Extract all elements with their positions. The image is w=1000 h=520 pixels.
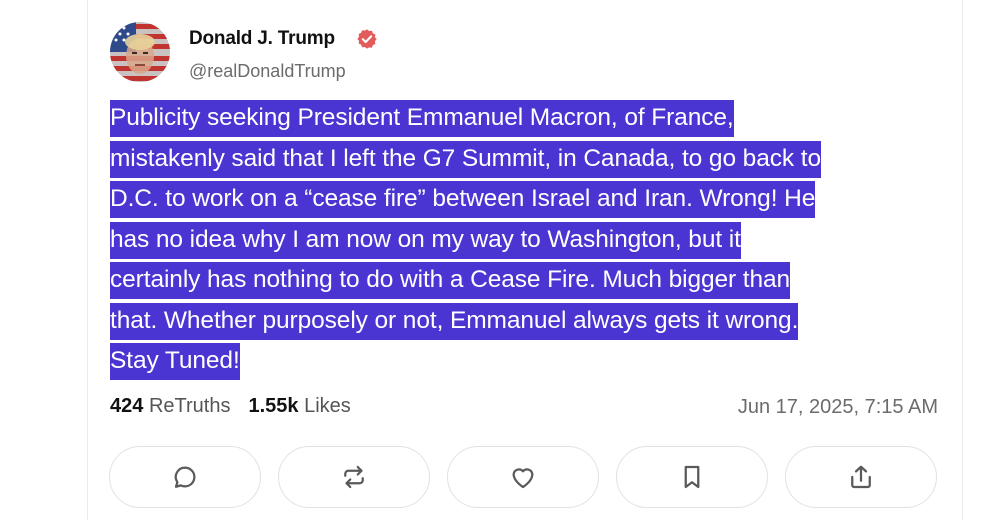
bookmark-icon	[684, 465, 700, 489]
post-line: has no idea why I am now on my way to Wa…	[110, 220, 950, 261]
post-line: D.C. to work on a “cease fire” between I…	[110, 179, 950, 220]
share-button[interactable]	[785, 446, 937, 508]
post-line: certainly has nothing to do with a Cease…	[110, 260, 950, 301]
likes-count: 1.55k	[248, 395, 299, 417]
likes-label: Likes	[304, 395, 351, 417]
retruth-button[interactable]	[278, 446, 430, 508]
verified-badge-icon	[357, 29, 377, 49]
post-line: Publicity seeking President Emmanuel Mac…	[110, 98, 950, 139]
retruths-label: ReTruths	[148, 395, 231, 417]
post-body: Publicity seeking President Emmanuel Mac…	[110, 98, 950, 382]
author-handle[interactable]: @realDonaldTrump	[189, 61, 346, 82]
post-timestamp[interactable]: Jun 17, 2025, 7:15 AM	[738, 396, 938, 419]
heart-icon	[512, 468, 534, 489]
avatar-image	[110, 22, 170, 82]
retruths-count: 424	[110, 395, 144, 417]
bookmark-button[interactable]	[616, 446, 768, 508]
post-stats: 424 ReTruths 1.55k Likes	[110, 395, 351, 418]
post-line: mistakenly said that I left the G7 Summi…	[110, 139, 950, 180]
like-button[interactable]	[447, 446, 599, 508]
likes-stat[interactable]: 1.55k Likes	[248, 395, 350, 417]
reply-button[interactable]	[109, 446, 261, 508]
feed-left-border	[87, 0, 88, 520]
post-line: that. Whether purposely or not, Emmanuel…	[110, 301, 950, 342]
retruths-stat[interactable]: 424 ReTruths	[110, 395, 230, 417]
retruth-icon	[344, 465, 364, 489]
reply-icon	[174, 466, 196, 488]
avatar[interactable]	[110, 22, 170, 82]
author-display-name[interactable]: Donald J. Trump	[189, 28, 335, 50]
share-icon	[851, 465, 871, 489]
post-line: Stay Tuned!	[110, 341, 950, 382]
feed-right-border	[962, 0, 963, 520]
